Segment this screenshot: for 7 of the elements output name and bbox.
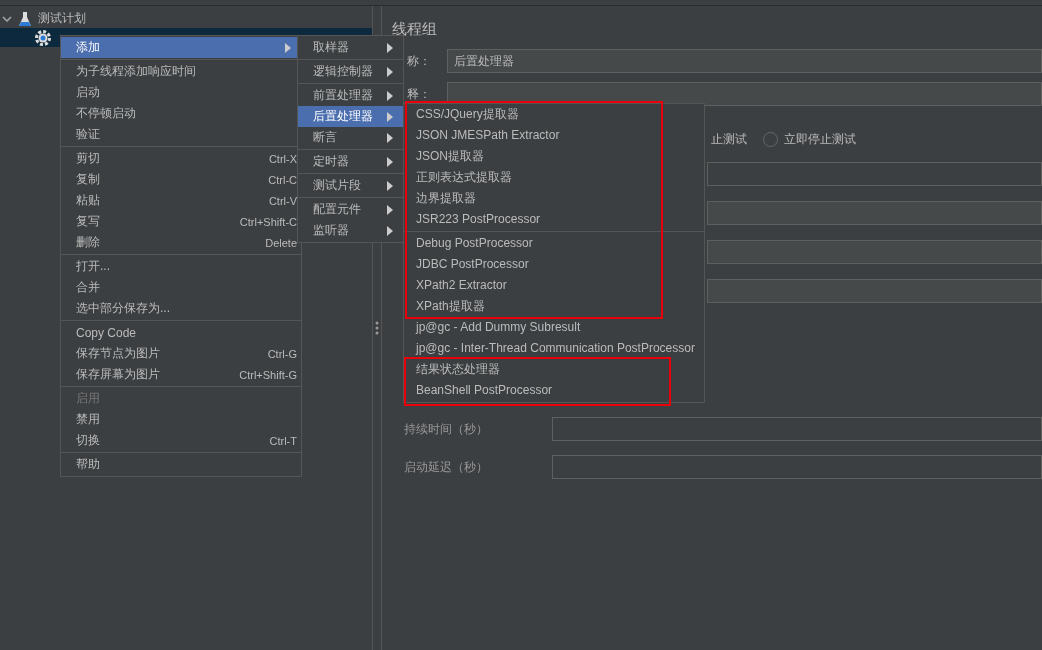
panel-title: 线程组 (392, 20, 438, 39)
field-label: 释： (407, 85, 432, 103)
radio-label: 立即停止测试 (784, 131, 856, 148)
field-label: 称： (407, 52, 432, 70)
radio-label: 止测试 (711, 131, 747, 148)
field-label: 启动延迟（秒） (403, 458, 489, 476)
field-label: 持续时间（秒） (403, 420, 489, 438)
